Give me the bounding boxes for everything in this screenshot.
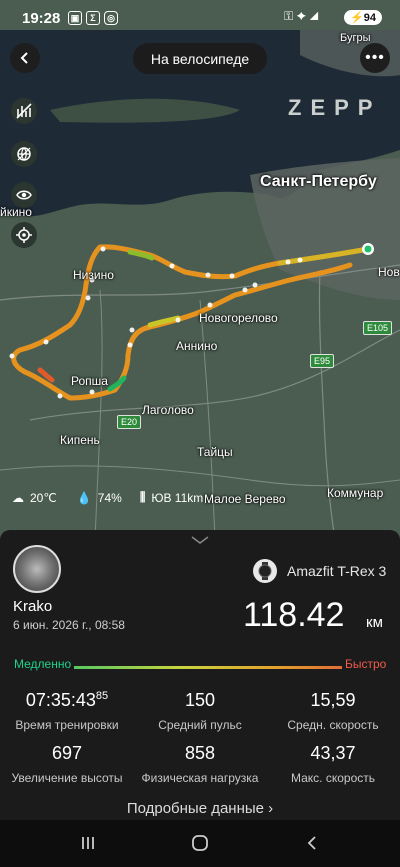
home-icon xyxy=(192,835,208,851)
humidity-icon: 💧 xyxy=(76,490,92,505)
place-nizino: Низино xyxy=(73,268,114,282)
system-back-button[interactable] xyxy=(292,830,332,856)
app-notification-icon: Σ xyxy=(86,11,100,25)
place-lagolovo: Лаголово xyxy=(142,403,194,417)
locate-button[interactable] xyxy=(11,222,37,248)
battery-badge: ⚡94 xyxy=(344,10,382,25)
place-annino: Аннино xyxy=(176,339,218,353)
stat-load-value: 858 xyxy=(184,743,216,763)
place-kino: йкино xyxy=(0,205,32,219)
map-layer-button[interactable] xyxy=(11,98,37,124)
stat-max-speed-value: 43,37 xyxy=(310,743,356,763)
stat-heart-rate-label: Средний пульс xyxy=(158,718,242,732)
place-malo-verevo: Малое Верево xyxy=(204,492,286,506)
speed-fast-label: Быстро xyxy=(342,657,387,671)
place-nov: Нов xyxy=(378,265,400,279)
eye-icon xyxy=(16,190,32,200)
temperature: 20℃ xyxy=(30,490,57,505)
back-arrow-icon xyxy=(307,836,316,850)
status-indicators-icon: ⚿ ✦ ◢ xyxy=(284,9,319,23)
stat-elevation-value: 697 xyxy=(51,743,83,763)
total-distance: 118.42 xyxy=(243,596,345,634)
status-time: 19:28 xyxy=(22,10,61,27)
activity-type-label: На велосипеде xyxy=(150,50,250,67)
instagram-icon: ◎ xyxy=(104,11,118,25)
notification-icon: ▣ xyxy=(68,11,82,25)
place-taitsy: Тайцы xyxy=(197,445,233,459)
highway-e20: E20 xyxy=(117,415,142,429)
avatar[interactable] xyxy=(13,545,61,593)
system-nav-bar xyxy=(0,820,400,867)
place-spb: Санкт-Петербу xyxy=(260,173,377,190)
details-link[interactable]: Подробные данные › xyxy=(0,800,400,817)
place-kipen: Кипень xyxy=(60,433,100,447)
speed-slow-label: Медленно xyxy=(14,657,75,671)
more-dots-icon: ••• xyxy=(365,49,385,66)
place-bugry: Бугры xyxy=(340,32,371,44)
stat-max-speed-label: Макс. скорость xyxy=(290,771,375,785)
place-novogorelovo: Новогорелово xyxy=(199,311,278,325)
stat-elevation-label: Увеличение высоты xyxy=(11,771,123,785)
humidity: 74% xyxy=(97,490,122,505)
recents-icon xyxy=(82,837,94,849)
watch-icon xyxy=(253,559,277,583)
stat-duration-value: 07:35:4385 xyxy=(25,690,109,710)
stat-avg-speed-label: Средн. скорость xyxy=(287,718,379,732)
route-map[interactable]: 19:28 ▣ Σ ◎ ⚿ ✦ ◢ ⚡94 На велосипеде ••• … xyxy=(0,0,400,540)
place-kommunar: Коммунар xyxy=(327,486,384,500)
globe-off-icon xyxy=(17,147,31,161)
activity-date: 6 июн. 2026 г., 08:58 xyxy=(13,618,125,632)
highway-e105: E105 xyxy=(363,321,393,335)
highway-e95: E95 xyxy=(310,354,335,368)
device-name[interactable]: Amazfit T-Rex 3 xyxy=(287,563,386,579)
wind: ЮВ 11km xyxy=(151,490,204,505)
user-name: Krako xyxy=(13,598,53,615)
stat-heart-rate-value: 150 xyxy=(184,690,216,710)
place-ropsha: Ропша xyxy=(71,374,108,388)
cloud-icon: ☁ xyxy=(12,490,24,505)
back-button[interactable] xyxy=(10,43,40,73)
map-terrain xyxy=(0,30,400,540)
zepp-logo: ZEPP xyxy=(288,95,382,120)
chevron-left-icon xyxy=(20,52,28,64)
chart-slash-icon xyxy=(16,103,32,119)
home-button[interactable] xyxy=(180,830,220,856)
stat-load-label: Физическая нагрузка xyxy=(141,771,259,785)
weather-info: ☁ 20℃ 💧 74% ⫼ ЮВ 11km xyxy=(12,490,203,505)
activity-type-pill[interactable]: На велосипеде xyxy=(133,43,267,74)
crosshair-icon xyxy=(16,227,32,243)
stat-duration-label: Время тренировки xyxy=(15,718,119,732)
chevron-down-icon[interactable] xyxy=(190,535,210,545)
stat-avg-speed-value: 15,59 xyxy=(310,690,356,710)
recent-apps-button[interactable] xyxy=(68,830,108,856)
wind-icon: ⫼ xyxy=(139,490,146,504)
distance-unit: км xyxy=(366,614,383,631)
map-3d-button[interactable] xyxy=(11,141,37,167)
status-bar: 19:28 ▣ Σ ◎ ⚿ ✦ ◢ ⚡94 xyxy=(0,0,400,34)
more-button[interactable]: ••• xyxy=(360,43,390,73)
